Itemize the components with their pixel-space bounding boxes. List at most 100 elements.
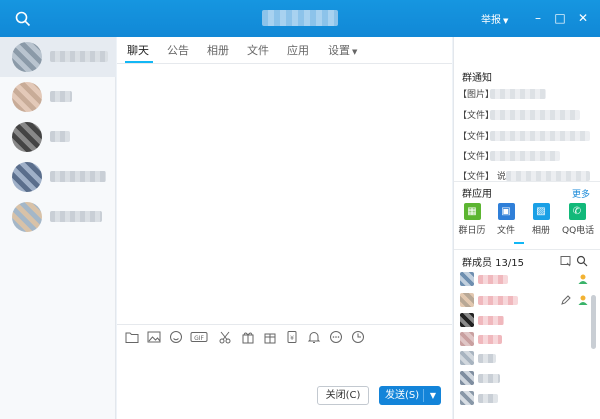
member-row[interactable] [460,331,590,349]
members-title: 群成员 13/15 [462,258,524,269]
member-row[interactable] [460,390,590,408]
avatar [460,313,474,327]
notice-text-blurred [490,151,560,161]
member-name-blurred [478,394,498,403]
member-list-scrollbar[interactable] [591,295,596,349]
admin-icon [578,295,588,305]
divider [454,249,600,250]
emoji-icon[interactable] [169,330,183,344]
avatar [460,272,474,286]
avatar [460,293,474,307]
album-icon: ▨ [532,203,550,220]
app-album[interactable]: ▨ 相册 [526,203,556,236]
member-row[interactable] [460,350,590,368]
tab-files[interactable]: 文件 [247,42,269,58]
notice-text-blurred [506,171,590,181]
chat-list-item[interactable] [0,37,116,77]
avatar [12,82,42,112]
minimize-button[interactable]: – [531,11,545,25]
image-icon[interactable] [147,330,161,344]
avatar [12,122,42,152]
notice-title: 群通知 [462,73,492,84]
avatar [460,351,474,365]
red-packet-icon[interactable]: ¥ [285,330,299,344]
group-sidebar: 群通知 【图片】 【文件】 【文件】 【文件】 【文件】 说 群应用 更多 ▦ … [453,37,600,419]
more-icon[interactable] [329,330,343,344]
avatar [460,391,474,405]
group-title-blurred [262,10,338,26]
bell-icon[interactable] [307,330,321,344]
title-bar: 举报 ▼ – □ ✕ [0,0,600,37]
member-name-blurred [478,296,518,305]
tab-chat[interactable]: 聊天 [127,42,149,58]
gift-icon[interactable] [241,330,255,344]
chat-name-blurred [50,171,106,182]
message-area[interactable] [117,65,452,325]
app-label: 文件 [496,226,515,236]
tab-apps[interactable]: 应用 [287,42,309,58]
member-row[interactable] [460,292,590,310]
report-label: 举报 [481,15,501,26]
send-divider [423,389,424,402]
chat-name-blurred [50,131,70,142]
avatar [12,162,42,192]
apps-title: 群应用 [462,189,492,200]
caret-down-icon: ▼ [352,48,358,56]
close-window-button[interactable]: ✕ [576,11,590,25]
notice-text-blurred [490,89,546,99]
maximize-button[interactable]: □ [553,11,567,25]
search-icon[interactable] [14,10,32,28]
notice-item[interactable]: 【文件】 [458,149,494,162]
member-name-blurred [478,354,496,363]
chat-name-blurred [50,211,102,222]
member-row[interactable] [460,370,590,388]
notice-item[interactable]: 【文件】 [458,108,494,121]
app-qq-call[interactable]: ✆ QQ电话 [562,203,595,236]
chat-panel: 聊天 公告 相册 文件 应用 设置 ▼ GIF ¥ 关闭(C) 发送(S) ▼ [117,37,452,419]
tab-settings[interactable]: 设置 ▼ [328,42,357,58]
report-button[interactable]: 举报 ▼ [481,11,508,26]
owner-icon [578,274,588,284]
svg-text:GIF: GIF [194,335,204,342]
gif-icon[interactable]: GIF [190,330,208,344]
member-row[interactable] [460,271,590,289]
send-options-chevron-icon[interactable]: ▼ [426,386,440,405]
app-files[interactable]: ▣ 文件 [491,203,521,236]
member-manage-icon[interactable] [560,255,572,267]
close-button[interactable]: 关闭(C) [317,386,369,405]
app-group-calendar[interactable]: ▦ 群日历 [457,203,487,236]
member-row[interactable] [460,312,590,330]
scissors-icon[interactable] [218,330,232,344]
send-button[interactable]: 发送(S) ▼ [379,386,441,405]
notice-item[interactable]: 【图片】 [458,87,494,100]
member-search-icon[interactable] [576,255,588,267]
notice-text-blurred [490,131,590,141]
tab-bar: 聊天 公告 相册 文件 应用 设置 ▼ [117,37,452,64]
chat-list-item[interactable] [0,197,116,237]
active-tab-indicator [125,61,153,63]
send-label: 发送(S) [385,390,420,401]
message-input[interactable] [117,349,452,419]
app-label: QQ电话 [562,226,595,236]
avatar [12,42,42,72]
notice-item[interactable]: 【文件】 [458,129,494,142]
chat-list-item[interactable] [0,77,116,117]
avatar [12,202,42,232]
tab-announcement[interactable]: 公告 [167,42,189,58]
gift-box-icon[interactable] [263,330,277,344]
chat-list-item[interactable] [0,117,116,157]
folder-icon[interactable] [125,330,139,344]
apps-page-indicator [514,242,524,244]
tab-album[interactable]: 相册 [207,42,229,58]
clock-icon[interactable] [351,330,365,344]
member-name-blurred [478,316,504,325]
chat-name-blurred [50,51,108,62]
chat-list-item[interactable] [0,157,116,197]
edit-icon[interactable] [560,294,572,306]
more-apps-link[interactable]: 更多 [572,187,590,200]
member-name-blurred [478,275,508,284]
member-name-blurred [478,374,500,383]
member-name-blurred [478,335,502,344]
phone-icon: ✆ [568,203,586,220]
avatar [460,332,474,346]
